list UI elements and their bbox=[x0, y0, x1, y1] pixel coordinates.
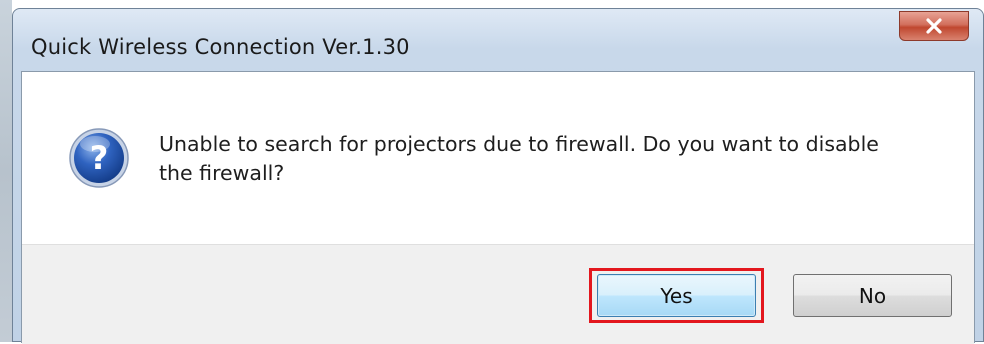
question-icon: ? bbox=[69, 128, 129, 188]
svg-text:?: ? bbox=[90, 139, 109, 177]
desktop-background bbox=[0, 0, 12, 342]
close-icon bbox=[926, 18, 942, 34]
dialog-client-area: ? Unable to search for projectors due to… bbox=[21, 71, 975, 344]
window-title: Quick Wireless Connection Ver.1.30 bbox=[31, 35, 410, 59]
dialog-message: Unable to search for projectors due to f… bbox=[159, 132, 879, 185]
no-button[interactable]: No bbox=[793, 274, 952, 317]
message-area: ? Unable to search for projectors due to… bbox=[22, 72, 974, 244]
button-bar: Yes No bbox=[22, 244, 974, 344]
title-bar[interactable]: Quick Wireless Connection Ver.1.30 bbox=[13, 9, 983, 71]
yes-button[interactable]: Yes bbox=[597, 274, 756, 317]
dialog-window: Quick Wireless Connection Ver.1.30 ? Una… bbox=[12, 8, 984, 344]
close-button[interactable] bbox=[899, 11, 969, 41]
